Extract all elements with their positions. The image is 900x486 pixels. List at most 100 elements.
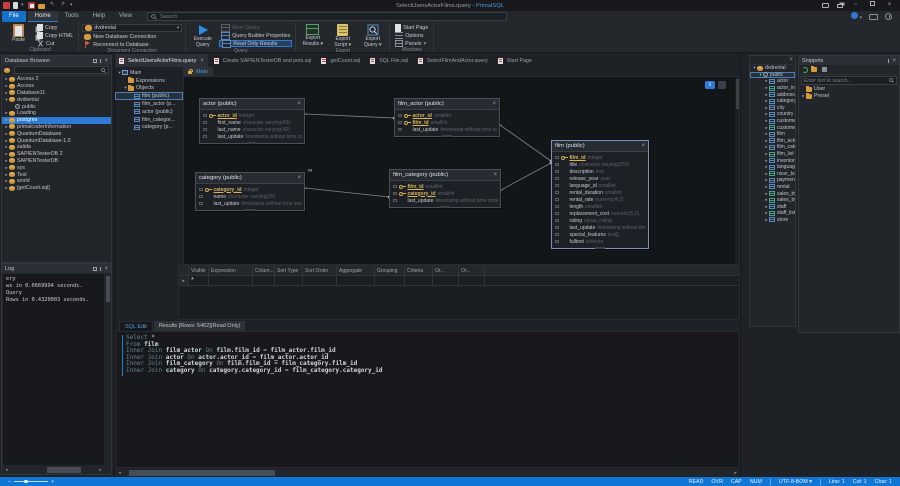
meta-item-language[interactable]: ▸language bbox=[750, 164, 795, 171]
field-row-rating[interactable]: ratingmpaa_rating bbox=[554, 217, 646, 224]
field-checkbox[interactable] bbox=[199, 188, 203, 192]
meta-item-store[interactable]: ▸store bbox=[750, 217, 795, 224]
meta-item-film-actor[interactable]: ▸film_actor bbox=[750, 138, 795, 145]
clear-filter-icon[interactable]: × bbox=[789, 57, 793, 63]
dbb-item-access[interactable]: ▸Access bbox=[2, 83, 111, 90]
refresh-snippets-icon[interactable] bbox=[802, 67, 808, 73]
sql-tab-results-rows-5462-read-only[interactable]: Results [Rows: 5462](Read Only) bbox=[154, 321, 246, 331]
field-checkbox[interactable] bbox=[203, 128, 207, 132]
field-row-last-update[interactable]: last_updatetimestamp without time zone bbox=[397, 126, 497, 133]
dbb-item-world[interactable]: ▸world bbox=[2, 178, 111, 185]
options-button[interactable]: Options bbox=[393, 32, 430, 39]
table-header-actor-public[interactable]: actor (public)× bbox=[200, 99, 304, 110]
doc-tab-start-page[interactable]: Start Page bbox=[494, 54, 536, 67]
table-header-film-actor-public[interactable]: film_actor (public)× bbox=[395, 99, 499, 110]
close-table-icon[interactable]: × bbox=[297, 175, 301, 181]
grid-column-header-or[interactable]: Or... bbox=[459, 266, 485, 275]
close-table-icon[interactable]: × bbox=[641, 143, 645, 149]
dbb-item-getcount-sql[interactable]: ▸[getCount.sql] bbox=[2, 185, 111, 192]
diagram-table-actor-public[interactable]: actor (public)×actor_idintegerfirst_name… bbox=[199, 98, 305, 144]
doc-tab-selectfilmandactor-query[interactable]: SelectFilmAndActor.query bbox=[414, 54, 492, 67]
meta-item-rental[interactable]: ▸rental bbox=[750, 184, 795, 191]
field-row-language-id[interactable]: language_idsmallint bbox=[554, 182, 646, 189]
qtree-item-film-public[interactable]: film (public) bbox=[115, 92, 183, 100]
status-flag-cap[interactable]: CAP bbox=[731, 479, 742, 485]
pin-snippets-icon[interactable] bbox=[888, 59, 890, 63]
doc-tab-selectusersactorfilms-query[interactable]: SelectUsersActorFilms.query× bbox=[115, 54, 208, 67]
grid-column-header-visible[interactable]: Visible bbox=[189, 266, 209, 275]
field-row-actor-id[interactable]: actor_idsmallint bbox=[397, 112, 497, 119]
field-row-rental-duration[interactable]: rental_durationsmallint bbox=[554, 189, 646, 196]
sql-tab-sql-edit[interactable]: SQL Edit bbox=[119, 321, 153, 331]
grid-column-header-sort-order[interactable]: Sort Order bbox=[303, 266, 337, 275]
meta-item-film-category[interactable]: ▸film_category bbox=[750, 144, 795, 151]
menu-tab-view[interactable]: View bbox=[112, 11, 139, 22]
minimize-button[interactable]: − bbox=[851, 0, 860, 11]
diagram-table-film-actor-public[interactable]: film_actor (public)×actor_idsmallintfilm… bbox=[394, 98, 500, 137]
open-icon[interactable] bbox=[38, 4, 45, 9]
field-checkbox[interactable] bbox=[555, 170, 559, 174]
export-results-button[interactable]: Export Results ▾ bbox=[299, 24, 326, 48]
field-checkbox[interactable] bbox=[555, 163, 559, 167]
qtree-item-objects[interactable]: ▾Objects bbox=[115, 85, 183, 93]
meta-item-customer-list[interactable]: ▸customer_list bbox=[750, 124, 795, 131]
keyboard-icon[interactable] bbox=[869, 14, 878, 20]
sql-code-editor[interactable]: Select *From film Inner Join film_actor … bbox=[115, 331, 740, 468]
grid-cell-criteria[interactable] bbox=[405, 276, 433, 285]
canvas-vertical-scrollbar[interactable] bbox=[735, 77, 739, 264]
database-filter-input[interactable] bbox=[14, 66, 109, 74]
doc-tab-create-sapientesterdb-and-pets-sql[interactable]: Create SAPIENTesterDB and pets.sql bbox=[210, 54, 316, 67]
diagram-table-film-category-public[interactable]: film_category (public)×film_idsmallintca… bbox=[389, 169, 501, 208]
field-row-name[interactable]: namecharacter varying(25) bbox=[198, 193, 302, 200]
field-row-title[interactable]: titlecharacter varying(255) bbox=[554, 161, 646, 168]
status-flag-read[interactable]: READ bbox=[689, 479, 704, 485]
meta-item-actor[interactable]: ▸actor bbox=[750, 78, 795, 85]
meta-item-nicer-but-sl[interactable]: ▸nicer_but_sl... bbox=[750, 171, 795, 178]
meta-item-film[interactable]: ▸film bbox=[750, 131, 795, 138]
qtree-item-actor-public[interactable]: actor (public) bbox=[115, 108, 183, 116]
meta-item-sales-by-fil[interactable]: ▸sales_by_fil... bbox=[750, 190, 795, 197]
sql-scroll-right-icon[interactable]: ▸ bbox=[732, 470, 739, 476]
new-file-icon[interactable] bbox=[13, 2, 18, 9]
search-input[interactable]: Search bbox=[147, 12, 507, 21]
dbb-item-database11[interactable]: ▸Database11 bbox=[2, 90, 111, 97]
meta-item-category[interactable]: ▸category bbox=[750, 98, 795, 105]
dbb-item-test[interactable]: ▸Test bbox=[2, 171, 111, 178]
menu-tab-help[interactable]: Help bbox=[86, 11, 112, 22]
dock-window-icon[interactable] bbox=[837, 4, 843, 8]
info-button[interactable]: i bbox=[705, 81, 715, 89]
grid-data-row[interactable]: ▸* bbox=[179, 276, 739, 286]
dbb-item-loading[interactable]: ▸Loading bbox=[2, 110, 111, 117]
scroll-right-icon[interactable]: ▸ bbox=[97, 467, 104, 473]
grid-cell-or[interactable] bbox=[459, 276, 485, 285]
field-checkbox[interactable] bbox=[555, 198, 559, 202]
zoom-in-icon[interactable]: + bbox=[51, 479, 54, 485]
field-checkbox[interactable] bbox=[555, 205, 559, 209]
history-icon[interactable] bbox=[885, 13, 892, 20]
meta-item-staff-list[interactable]: ▸staff_list bbox=[750, 210, 795, 217]
field-row-film-id[interactable]: film_idsmallint bbox=[392, 183, 498, 190]
dbb-item-sapientesterdb-2[interactable]: ▸SAPIENTesterDB 2 bbox=[2, 151, 111, 158]
field-checkbox[interactable] bbox=[203, 114, 207, 118]
table-header-category-public[interactable]: category (public)× bbox=[196, 173, 304, 184]
field-checkbox[interactable] bbox=[393, 192, 397, 196]
sql-horizontal-scrollbar[interactable]: ◂ ▸ bbox=[116, 469, 739, 476]
zoom-slider[interactable]: − + bbox=[0, 479, 54, 485]
meta-item-city[interactable]: ▸city bbox=[750, 105, 795, 112]
redo-icon[interactable]: ↱ bbox=[59, 2, 67, 9]
close-snippets-icon[interactable]: × bbox=[892, 58, 896, 64]
close-panel-icon[interactable]: × bbox=[104, 58, 108, 64]
zoom-out-icon[interactable]: − bbox=[8, 479, 11, 485]
qtree-item-film-categor[interactable]: film_categor... bbox=[115, 116, 183, 124]
meta-item-actor-info[interactable]: ▸actor_info bbox=[750, 85, 795, 92]
reconnect-to-database-button[interactable]: Reconnect to Database bbox=[82, 41, 182, 48]
field-checkbox[interactable] bbox=[398, 128, 402, 132]
dbb-item-sys[interactable]: ▸sys bbox=[2, 164, 111, 171]
field-row-description[interactable]: descriptiontext bbox=[554, 168, 646, 175]
encoding-selector[interactable]: UTF-8-BOM ▾ bbox=[779, 479, 812, 485]
meta-item-address[interactable]: ▸address bbox=[750, 91, 795, 98]
customize-toolbar-icon[interactable]: ▾ bbox=[70, 2, 74, 9]
field-checkbox[interactable] bbox=[555, 156, 559, 160]
field-checkbox[interactable] bbox=[398, 114, 402, 118]
copy-html-button[interactable]: Copy HTML bbox=[35, 32, 75, 39]
